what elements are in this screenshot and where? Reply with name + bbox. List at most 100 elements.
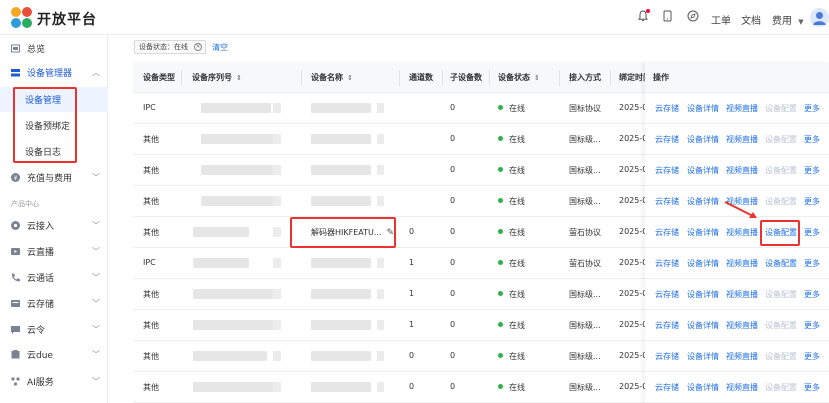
cloud-storage-link[interactable]: 云存储 <box>655 258 679 269</box>
more-link[interactable]: 更多 <box>804 289 820 300</box>
filter-chip-status[interactable]: 设备状态：在线 × <box>134 40 206 54</box>
sort-icon[interactable]: ⇕ <box>236 74 242 82</box>
live-video-link[interactable]: 视频直播 <box>726 103 758 114</box>
device-detail-link[interactable]: 设备详情 <box>687 382 719 393</box>
redacted-serial-suffix <box>273 165 281 175</box>
compass-icon[interactable] <box>687 10 699 22</box>
more-link[interactable]: 更多 <box>804 258 820 269</box>
device-config-link[interactable]: 设备配置 <box>765 134 797 145</box>
cloud-storage-link[interactable]: 云存储 <box>655 227 679 238</box>
device-detail-link[interactable]: 设备详情 <box>687 258 719 269</box>
live-video-link[interactable]: 视频直播 <box>726 227 758 238</box>
redacted-name <box>311 382 371 392</box>
clear-circle-icon[interactable]: × <box>194 43 202 51</box>
sidebar-item-cloud-storage[interactable]: 云存储 ﹀ <box>0 291 108 315</box>
device-detail-link[interactable]: 设备详情 <box>687 134 719 145</box>
cloud-storage-link[interactable]: 云存储 <box>655 103 679 114</box>
redacted-name <box>311 134 371 144</box>
avatar[interactable] <box>810 8 829 27</box>
cloud-storage-link[interactable]: 云存储 <box>655 134 679 145</box>
cell-type: IPC <box>143 103 156 112</box>
sidebar-item-cloud-live[interactable]: 云直播 ﹀ <box>0 239 108 263</box>
billing-menu[interactable]: 费用 ▼ <box>772 12 804 27</box>
device-config-link[interactable]: 设备配置 <box>765 165 797 176</box>
sidebar-item-ai-service[interactable]: AI服务 ﹀ <box>0 369 108 393</box>
device-config-link[interactable]: 设备配置 <box>765 351 797 362</box>
more-link[interactable]: 更多 <box>804 134 820 145</box>
cloud-storage-link[interactable]: 云存储 <box>655 382 679 393</box>
device-config-link[interactable]: 设备配置 <box>765 196 797 207</box>
cell-subdevices: 0 <box>450 258 456 267</box>
more-link[interactable]: 更多 <box>804 320 820 331</box>
more-link[interactable]: 更多 <box>804 227 820 238</box>
app-title[interactable]: 开放平台 <box>37 9 97 29</box>
live-video-link[interactable]: 视频直播 <box>726 382 758 393</box>
cell-channels: 0 <box>409 227 415 236</box>
col-header-type: 设备类型 <box>143 73 175 82</box>
logo-icon[interactable] <box>10 6 34 30</box>
cell-status: 在线 <box>498 320 525 331</box>
device-config-link[interactable]: 设备配置 <box>765 103 797 114</box>
cloud-storage-link[interactable]: 云存储 <box>655 320 679 331</box>
sidebar-item-recharge[interactable]: ¥ 充值与费用 ﹀ <box>0 165 108 189</box>
cloud-storage-link[interactable]: 云存储 <box>655 351 679 362</box>
cloud-storage-link[interactable]: 云存储 <box>655 165 679 176</box>
redacted-name <box>311 165 371 175</box>
sidebar-item-cloud-call[interactable]: 云通话 ﹀ <box>0 265 108 289</box>
more-link[interactable]: 更多 <box>804 196 820 207</box>
live-video-link[interactable]: 视频直播 <box>726 165 758 176</box>
device-detail-link[interactable]: 设备详情 <box>687 196 719 207</box>
ops-cell: 云存储 设备详情 视频直播 设备配置 更多 <box>645 341 829 372</box>
sort-icon[interactable]: ⇕ <box>347 74 353 82</box>
cell-type: 其他 <box>143 228 159 237</box>
more-link[interactable]: 更多 <box>804 351 820 362</box>
cloud-storage-link[interactable]: 云存储 <box>655 289 679 300</box>
more-link[interactable]: 更多 <box>804 165 820 176</box>
docs-link[interactable]: 文档 <box>741 12 761 27</box>
device-config-link[interactable]: 设备配置 <box>765 382 797 393</box>
sidebar-item-overview[interactable]: 总览 <box>0 36 108 60</box>
redacted-serial <box>201 196 279 206</box>
sidebar-item-device-manager[interactable]: 设备管理器 ︿ <box>0 60 108 84</box>
highlight-box-sidebar <box>13 87 77 163</box>
sidebar-item-cloud-guard[interactable]: 云due ﹀ <box>0 342 108 366</box>
cell-status: 在线 <box>498 103 525 114</box>
sidebar-item-cloud-access[interactable]: 云接入 ﹀ <box>0 213 108 237</box>
device-detail-link[interactable]: 设备详情 <box>687 351 719 362</box>
live-video-link[interactable]: 视频直播 <box>726 320 758 331</box>
device-detail-link[interactable]: 设备详情 <box>687 165 719 176</box>
clear-filters-link[interactable]: 清空 <box>212 42 228 53</box>
live-video-link[interactable]: 视频直播 <box>726 289 758 300</box>
sort-icon[interactable]: ⇕ <box>534 74 540 82</box>
status-text: 在线 <box>509 290 525 299</box>
status-text: 在线 <box>509 197 525 206</box>
more-link[interactable]: 更多 <box>804 103 820 114</box>
sidebar-item-cloud-command[interactable]: 云令 ﹀ <box>0 317 108 341</box>
redacted-name-suffix <box>377 165 384 175</box>
notification-dot <box>646 9 650 13</box>
live-video-link[interactable]: 视频直播 <box>726 351 758 362</box>
device-detail-link[interactable]: 设备详情 <box>687 289 719 300</box>
device-config-link[interactable]: 设备配置 <box>765 320 797 331</box>
more-link[interactable]: 更多 <box>804 382 820 393</box>
status-dot <box>498 229 503 234</box>
sidebar-item-label: 云直播 <box>27 247 55 258</box>
workorder-link[interactable]: 工单 <box>711 12 731 27</box>
device-config-link[interactable]: 设备配置 <box>765 289 797 300</box>
device-detail-link[interactable]: 设备详情 <box>687 227 719 238</box>
live-video-link[interactable]: 视频直播 <box>726 258 758 269</box>
phone-icon[interactable] <box>663 10 672 22</box>
col-header-name[interactable]: 设备名称 ⇕ <box>311 72 353 83</box>
cloud-access-icon <box>11 220 20 230</box>
cloud-storage-link[interactable]: 云存储 <box>655 196 679 207</box>
device-config-link[interactable]: 设备配置 <box>765 258 797 269</box>
redacted-serial-suffix <box>273 103 281 113</box>
live-video-link[interactable]: 视频直播 <box>726 134 758 145</box>
device-detail-link[interactable]: 设备详情 <box>687 320 719 331</box>
col-header-serial[interactable]: 设备序列号 ⇕ <box>192 72 242 83</box>
status-dot <box>498 291 503 296</box>
col-header-status[interactable]: 设备状态 ⇕ <box>498 72 540 83</box>
status-text: 在线 <box>509 259 525 268</box>
device-detail-link[interactable]: 设备详情 <box>687 103 719 114</box>
cell-subdevices: 0 <box>450 103 456 112</box>
